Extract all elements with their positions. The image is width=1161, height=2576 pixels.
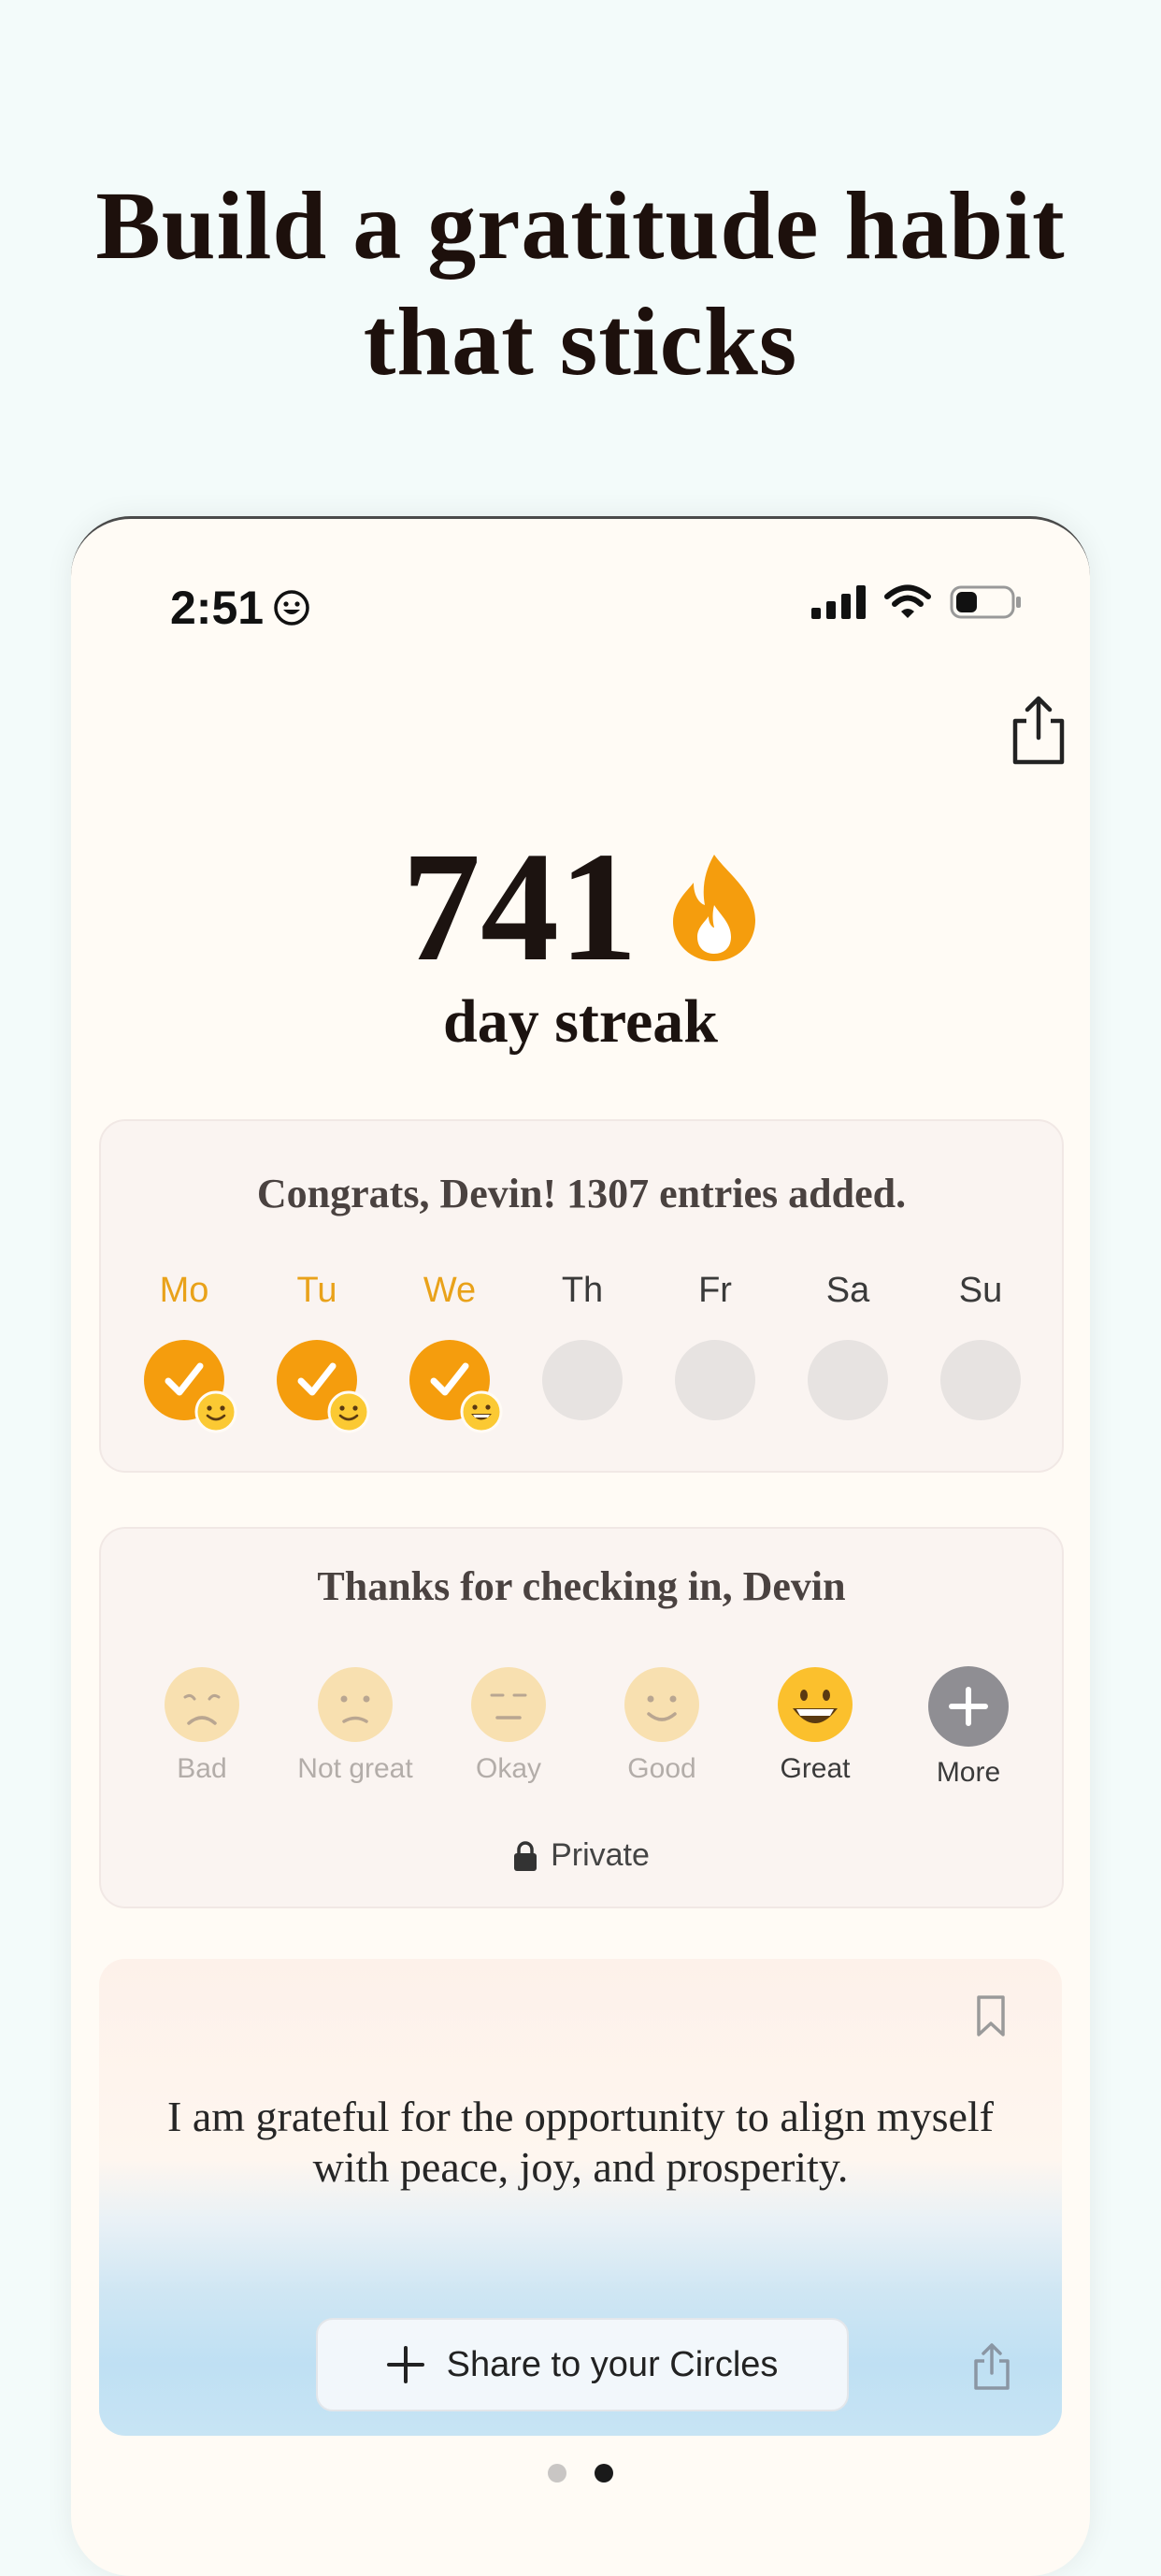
mood-label: Okay — [475, 1753, 542, 1784]
day-we[interactable]: We — [385, 1271, 514, 1433]
day-empty-circle — [808, 1340, 888, 1420]
phone-screen: 2:51 741 day streak Congrats, Devin! 130… — [71, 516, 1090, 2576]
mood-checkin-card: Thanks for checking in, Devin Bad Not gr… — [99, 1527, 1064, 1908]
frown-face-icon — [318, 1667, 393, 1742]
day-empty-circle — [542, 1340, 623, 1420]
day-empty-circle — [675, 1340, 755, 1420]
grin-face-icon — [778, 1667, 853, 1742]
mood-label: Good — [627, 1753, 696, 1784]
battery-icon — [950, 585, 1021, 619]
day-sa[interactable]: Sa — [783, 1271, 912, 1420]
headline-line-2: that sticks — [363, 288, 798, 396]
day-completed-circle — [144, 1340, 237, 1433]
headline-line-1: Build a gratitude habit — [95, 172, 1066, 280]
gratitude-quote-card: I am grateful for the opportunity to ali… — [99, 1959, 1062, 2436]
share-icon[interactable] — [972, 2342, 1011, 2391]
day-mo[interactable]: Mo — [120, 1271, 249, 1433]
mood-more-button[interactable]: More — [894, 1665, 1043, 1789]
mood-not-great[interactable]: Not great — [280, 1665, 430, 1789]
flame-icon — [673, 855, 755, 961]
weekly-progress-card: Congrats, Devin! 1307 entries added. Mo … — [99, 1119, 1064, 1473]
day-label: Su — [958, 1271, 1003, 1310]
grin-emoji-icon — [460, 1390, 503, 1433]
mood-label: Great — [780, 1753, 851, 1784]
status-icons — [811, 584, 1023, 620]
smile-emoji-icon — [194, 1390, 237, 1433]
signal-icon — [811, 585, 866, 619]
week-row: Mo Tu We Th Fr Sa Su — [120, 1271, 1045, 1433]
plus-icon — [928, 1666, 1009, 1747]
day-fr[interactable]: Fr — [651, 1271, 780, 1420]
mood-label: Bad — [177, 1753, 227, 1784]
day-completed-circle — [277, 1340, 370, 1433]
slight-smile-icon — [624, 1667, 699, 1742]
streak-count: 741 — [402, 820, 638, 994]
mood-row: Bad Not great Okay Good Great More — [127, 1665, 1043, 1789]
share-to-circles-label: Share to your Circles — [446, 2344, 779, 2384]
mood-good[interactable]: Good — [587, 1665, 737, 1789]
status-time-text: 2:51 — [170, 582, 265, 634]
neutral-face-icon — [471, 1667, 546, 1742]
congrats-title: Congrats, Devin! 1307 entries added. — [256, 1171, 907, 1216]
mood-great[interactable]: Great — [740, 1665, 890, 1789]
share-to-circles-button[interactable]: Share to your Circles — [316, 2318, 849, 2411]
privacy-indicator[interactable]: Private — [101, 1837, 1062, 1874]
wifi-icon — [884, 584, 931, 618]
privacy-label: Private — [551, 1837, 650, 1873]
day-empty-circle — [940, 1340, 1021, 1420]
lock-icon — [514, 1840, 538, 1871]
day-su[interactable]: Su — [916, 1271, 1045, 1420]
page-indicator — [71, 2464, 1090, 2482]
mood-bad[interactable]: Bad — [127, 1665, 277, 1789]
sad-face-icon — [165, 1667, 239, 1742]
smile-emoji-icon — [327, 1390, 370, 1433]
mood-label: More — [936, 1757, 1001, 1788]
plus-icon — [386, 2346, 424, 2383]
checkin-title: Thanks for checking in, Devin — [317, 1563, 846, 1609]
day-tu[interactable]: Tu — [252, 1271, 381, 1433]
day-label: Tu — [296, 1271, 337, 1310]
day-label: Fr — [698, 1271, 732, 1310]
streak-row: 741 — [71, 827, 1090, 986]
status-time: 2:51 — [170, 581, 310, 635]
day-th[interactable]: Th — [518, 1271, 647, 1420]
day-label: Mo — [159, 1271, 209, 1310]
page-dot[interactable] — [548, 2464, 566, 2482]
bookmark-icon[interactable] — [976, 1994, 1006, 2037]
smiley-status-icon — [274, 590, 309, 626]
mood-okay[interactable]: Okay — [434, 1665, 583, 1789]
day-label: Sa — [825, 1271, 870, 1310]
share-icon[interactable] — [1006, 693, 1071, 768]
day-label: Th — [561, 1271, 604, 1310]
day-label: We — [423, 1271, 477, 1310]
day-completed-circle — [409, 1340, 503, 1433]
streak-label: day streak — [443, 987, 718, 1056]
page-dot-active[interactable] — [595, 2464, 613, 2482]
quote-text: I am grateful for the opportunity to ali… — [167, 2093, 994, 2191]
marketing-headline: Build a gratitude habit that sticks — [0, 168, 1161, 400]
mood-label: Not great — [297, 1753, 413, 1784]
